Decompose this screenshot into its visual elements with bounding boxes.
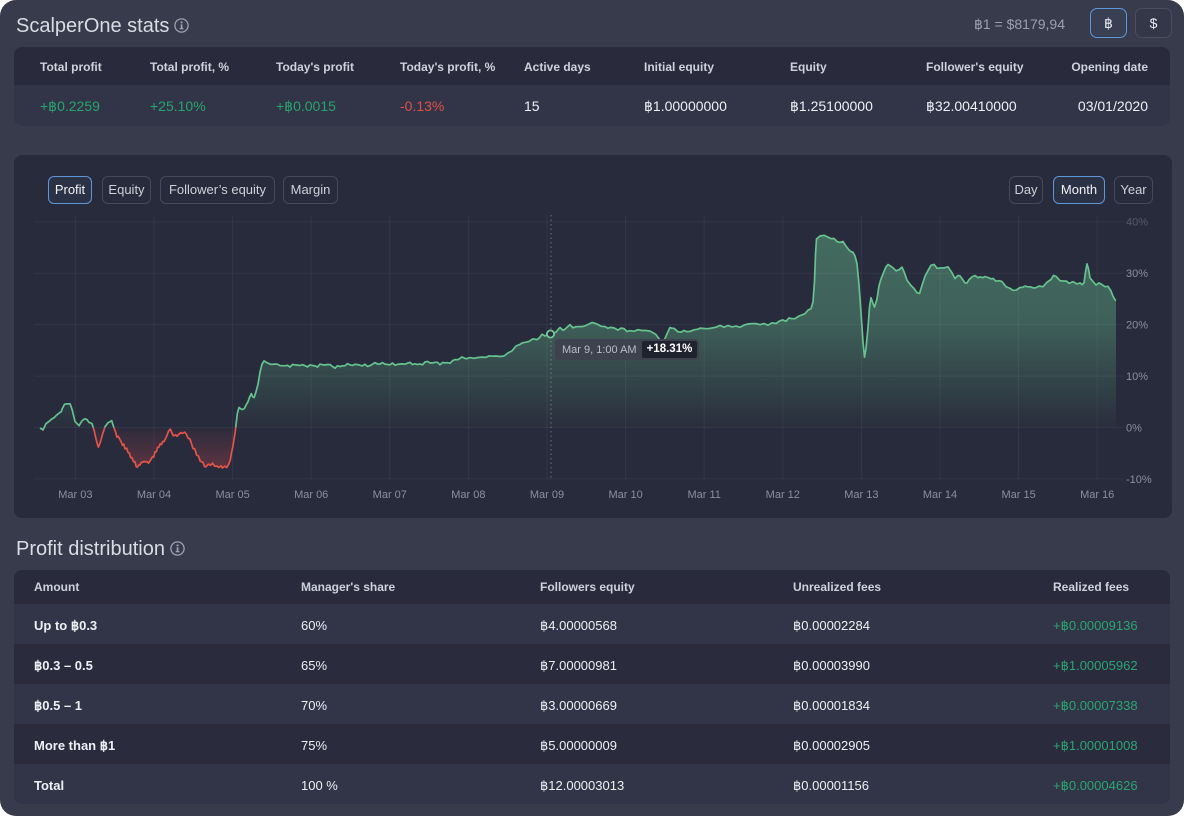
svg-text:0%: 0% — [1126, 423, 1142, 435]
svg-text:Mar 09: Mar 09 — [530, 489, 564, 501]
svg-text:Mar 06: Mar 06 — [294, 489, 328, 501]
svg-text:10%: 10% — [1126, 371, 1148, 383]
svg-text:40%: 40% — [1126, 217, 1148, 229]
svg-text:Mar 03: Mar 03 — [58, 489, 92, 501]
svg-text:Mar 14: Mar 14 — [923, 489, 957, 501]
svg-text:Mar 05: Mar 05 — [215, 489, 249, 501]
svg-text:Mar 11: Mar 11 — [687, 489, 720, 501]
svg-text:20%: 20% — [1126, 320, 1148, 332]
svg-text:Mar 07: Mar 07 — [373, 489, 407, 501]
svg-text:Mar 13: Mar 13 — [844, 489, 878, 501]
svg-text:Mar 15: Mar 15 — [1001, 489, 1035, 501]
svg-text:Mar 08: Mar 08 — [451, 489, 485, 501]
svg-text:Mar 12: Mar 12 — [766, 489, 800, 501]
svg-text:Mar 04: Mar 04 — [137, 489, 171, 501]
svg-text:Mar 10: Mar 10 — [608, 489, 642, 501]
svg-text:-10%: -10% — [1126, 474, 1152, 486]
svg-text:30%: 30% — [1126, 268, 1148, 280]
svg-text:Mar 16: Mar 16 — [1080, 489, 1114, 501]
